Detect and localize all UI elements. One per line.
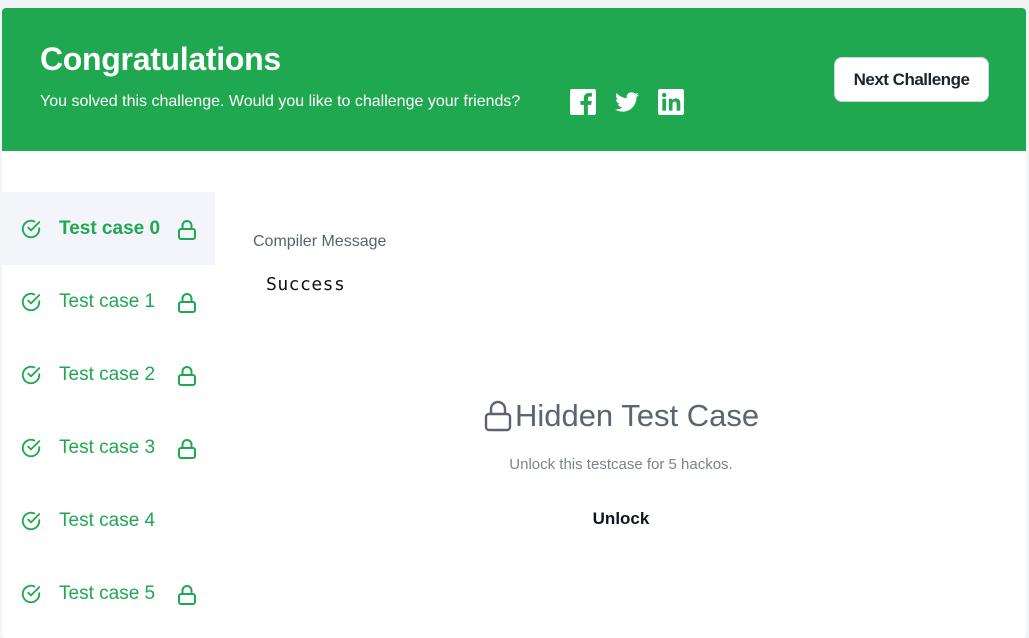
tab-test-case-0[interactable]: Test case 0: [2, 192, 215, 265]
linkedin-icon[interactable]: [658, 89, 684, 115]
tab-label: Test case 2: [59, 364, 156, 385]
hidden-test-case-title: Hidden Test Case: [483, 398, 759, 434]
check-circle-icon: [20, 510, 42, 532]
tab-test-case-2[interactable]: Test case 2: [2, 338, 215, 411]
lock-icon: [177, 219, 197, 241]
tab-label: Test case 5: [59, 583, 156, 604]
check-circle-icon: [20, 583, 42, 605]
tab-test-case-1[interactable]: Test case 1: [2, 265, 215, 338]
banner-title: Congratulations: [40, 41, 281, 77]
hidden-test-case-description: Unlock this testcase for 5 hackos.: [509, 456, 733, 473]
tab-label: Test case 4: [59, 510, 156, 531]
lock-icon: [177, 584, 197, 606]
tab-label: Test case 0: [59, 218, 161, 239]
check-circle-icon: [20, 364, 42, 386]
hidden-title-text: Hidden Test Case: [514, 398, 760, 433]
lock-icon: [177, 365, 197, 387]
check-circle-icon: [20, 437, 42, 459]
lock-icon: [483, 399, 513, 433]
success-banner: Congratulations You solved this challeng…: [2, 8, 1026, 151]
result-card: Congratulations You solved this challeng…: [2, 8, 1026, 638]
tab-label: Test case 1: [59, 291, 156, 312]
check-circle-icon: [20, 218, 42, 240]
banner-subtitle: You solved this challenge. Would you lik…: [40, 93, 521, 110]
next-challenge-button[interactable]: Next Challenge: [834, 57, 989, 102]
tab-test-case-4[interactable]: Test case 4: [2, 484, 215, 557]
tab-test-case-5[interactable]: Test case 5: [2, 557, 215, 630]
check-circle-icon: [20, 291, 42, 313]
compiler-message-label: Compiler Message: [253, 233, 387, 250]
hidden-test-case: Hidden Test Case: [422, 398, 820, 438]
unlock-button[interactable]: Unlock: [562, 509, 680, 529]
twitter-icon[interactable]: [613, 89, 641, 115]
facebook-icon[interactable]: [570, 89, 596, 115]
lock-icon: [177, 438, 197, 460]
lock-icon: [177, 292, 197, 314]
tab-test-case-3[interactable]: Test case 3: [2, 411, 215, 484]
compiler-message-value: Success: [266, 274, 346, 295]
testcase-tabs: Test case 0 Test case 1 Test case 2 Test…: [2, 192, 215, 630]
tab-label: Test case 3: [59, 437, 156, 458]
page-background: Congratulations You solved this challeng…: [0, 0, 1029, 638]
